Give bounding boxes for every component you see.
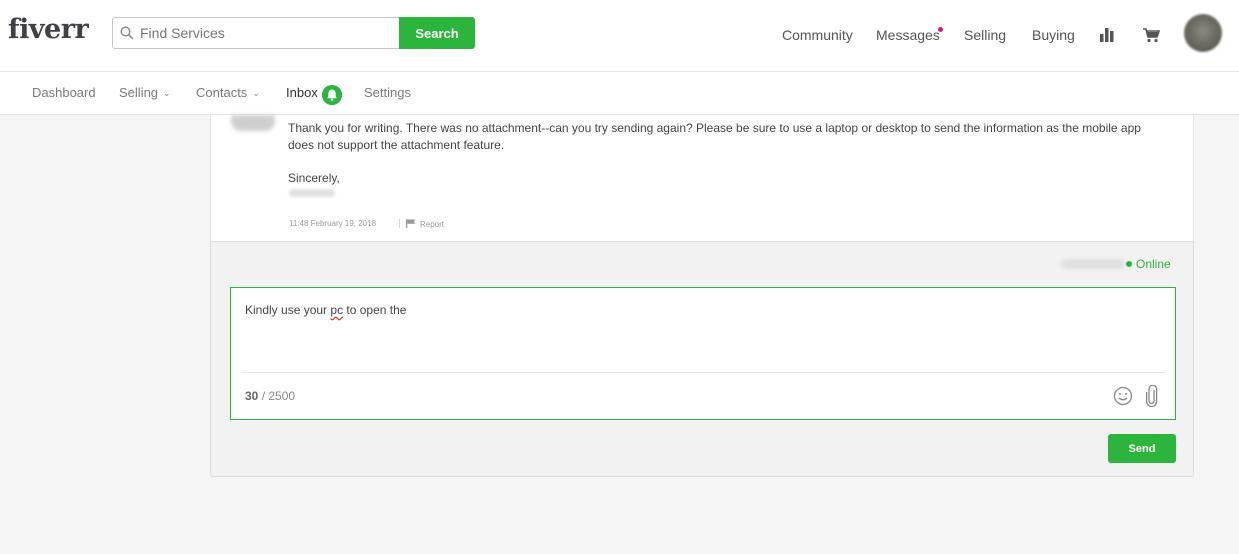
report-link[interactable]: Report: [420, 220, 444, 229]
misspelled-word: pc: [330, 303, 344, 317]
character-counter: 30 / 2500: [245, 389, 296, 403]
subnav-settings[interactable]: Settings: [364, 85, 411, 100]
fiverr-logo[interactable]: fiverr: [8, 14, 89, 45]
online-status: Online: [1136, 257, 1171, 271]
chevron-down-icon: ⌄: [163, 88, 171, 98]
search-bar: Search: [112, 17, 475, 49]
subnav-inbox[interactable]: Inbox: [286, 85, 318, 100]
nav-selling[interactable]: Selling: [964, 27, 1006, 43]
redacted-sender-name: [289, 189, 335, 197]
bar-chart-icon[interactable]: [1099, 26, 1115, 42]
draft-text[interactable]: Kindly use your pc to open the: [245, 303, 406, 317]
sender-avatar: [231, 115, 275, 131]
flag-icon[interactable]: [406, 219, 416, 228]
subnav-dashboard[interactable]: Dashboard: [32, 85, 96, 100]
message-editor[interactable]: Kindly use your pc to open the 30 / 2500: [230, 287, 1176, 420]
nav-buying[interactable]: Buying: [1032, 27, 1075, 43]
redacted-recipient-name: [1061, 259, 1125, 269]
search-icon: [120, 26, 134, 40]
meta-separator: [399, 219, 400, 228]
nav-messages[interactable]: Messages: [876, 27, 940, 43]
message-timestamp: 11:48 February 19, 2018: [289, 219, 377, 228]
editor-divider: [241, 372, 1165, 373]
top-header: fiverr Search Community Messages Selling…: [0, 0, 1239, 72]
message-card: Thank you for writing. There was no atta…: [210, 115, 1194, 241]
message-signoff: Sincerely,: [288, 171, 340, 185]
cart-icon[interactable]: [1142, 27, 1160, 43]
search-button[interactable]: Search: [399, 17, 475, 49]
subnav-contacts[interactable]: Contacts ⌄: [196, 85, 260, 100]
bell-icon: [322, 85, 342, 105]
emoji-icon[interactable]: [1113, 386, 1133, 406]
online-status-dot: [1126, 261, 1132, 267]
user-avatar[interactable]: [1184, 14, 1222, 52]
messages-notification-dot: [938, 27, 943, 32]
send-button[interactable]: Send: [1108, 434, 1176, 463]
subnav-selling[interactable]: Selling ⌄: [119, 85, 171, 100]
nav-community[interactable]: Community: [782, 27, 853, 43]
search-input[interactable]: [112, 17, 400, 49]
chevron-down-icon: ⌄: [252, 88, 260, 98]
sub-navigation: Dashboard Selling ⌄ Contacts ⌄ Inbox Setti…: [0, 72, 1239, 115]
message-body: Thank you for writing. There was no atta…: [288, 121, 1141, 152]
attachment-icon[interactable]: [1145, 385, 1158, 407]
compose-panel: Online Kindly use your pc to open the 30…: [210, 241, 1194, 477]
